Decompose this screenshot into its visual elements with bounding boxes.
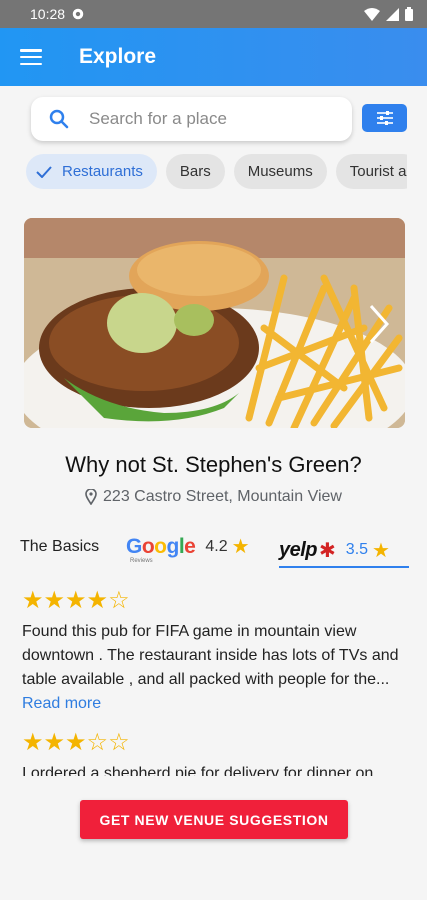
read-more-link[interactable]: Read more — [22, 695, 101, 712]
star-icon: ★ — [372, 539, 390, 562]
menu-icon[interactable] — [20, 49, 42, 65]
venue-photo — [24, 218, 405, 428]
chip-label: Tourist a — [349, 163, 407, 180]
review-2-text: I ordered a shepherd pie for delivery fo… — [22, 765, 374, 776]
page-title: Explore — [79, 45, 157, 68]
chip-bars[interactable]: Bars — [165, 154, 225, 189]
chip-label: Restaurants — [62, 163, 143, 180]
battery-icon — [405, 7, 413, 21]
venue-address-text: 223 Castro Street, Mountain View — [103, 488, 342, 505]
yelp-rating-value: 3.5 — [345, 541, 369, 558]
venue-name: Why not St. Stephen's Green? — [65, 452, 362, 477]
get-new-venue-button[interactable]: GET NEW VENUE SUGGESTION — [80, 800, 348, 839]
chip-label: Museums — [247, 163, 313, 180]
search-input[interactable]: Search for a place — [31, 97, 352, 141]
review-1-stars: ★★★★☆ — [22, 587, 130, 614]
chip-label: Bars — [179, 163, 211, 180]
tab-google-rating[interactable]: Google Reviews 4.2 ★ — [126, 534, 250, 564]
venue-address: 223 Castro Street, Mountain View — [0, 488, 427, 506]
yelp-logo: yelp — [279, 538, 318, 561]
wifi-icon — [364, 7, 380, 21]
location-pin-icon — [85, 489, 97, 505]
check-icon — [36, 165, 52, 178]
cell-signal-icon — [386, 7, 399, 21]
filter-button[interactable] — [362, 104, 407, 132]
review-1-text: Found this pub for FIFA game in mountain… — [22, 620, 407, 716]
category-chips: Restaurants Bars Museums Tourist a — [26, 154, 407, 190]
chip-restaurants[interactable]: Restaurants — [26, 154, 157, 189]
search-icon — [49, 109, 69, 129]
tab-yelp-rating[interactable]: yelp ✱ 3.5 ★ — [279, 534, 409, 568]
settings-gear-icon — [72, 8, 84, 20]
search-placeholder: Search for a place — [89, 109, 227, 128]
status-time: 10:28 — [30, 6, 66, 22]
review-2-stars: ★★★☆☆ — [22, 729, 130, 756]
google-reviews-label: Reviews — [130, 558, 153, 564]
venue-photo-carousel[interactable] — [24, 218, 405, 428]
app-bar: Explore — [0, 28, 427, 86]
tune-icon — [376, 111, 393, 125]
status-bar: 10:28 — [0, 0, 427, 28]
yelp-burst-icon: ✱ — [319, 539, 336, 562]
google-rating-value: 4.2 — [205, 537, 228, 555]
ratings-tabs: The Basics Google Reviews 4.2 ★ yelp ✱ 3… — [20, 532, 410, 572]
review-body: Found this pub for FIFA game in mountain… — [22, 623, 399, 688]
tab-basics[interactable]: The Basics — [20, 538, 99, 556]
google-logo: Google — [126, 535, 196, 558]
chip-tourist-attractions[interactable]: Tourist a — [335, 154, 407, 189]
chevron-right-icon[interactable] — [365, 302, 393, 346]
star-icon: ★ — [231, 536, 250, 558]
chip-museums[interactable]: Museums — [233, 154, 327, 189]
